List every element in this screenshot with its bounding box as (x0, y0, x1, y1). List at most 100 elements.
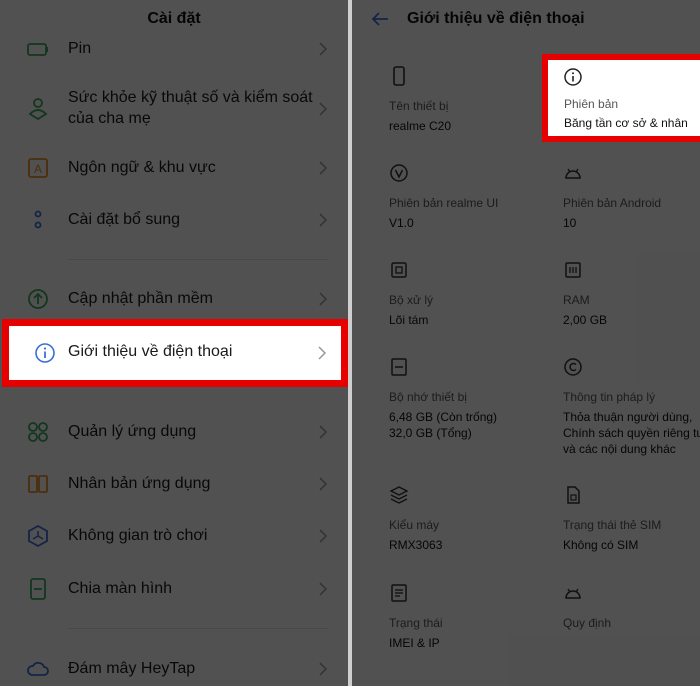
layers-icon (389, 486, 409, 504)
settings-item-about-phone[interactable]: Giới thiệu về điện thoại (9, 326, 341, 380)
settings-item-label: Chia màn hình (68, 580, 173, 597)
chevron-right-icon (319, 292, 328, 306)
cell-value: 2,00 GB (563, 313, 608, 327)
chevron-right-icon (319, 42, 328, 56)
cell-label: Phiên bản Android (563, 196, 662, 210)
cell-label: Phiên bản realme UI (389, 196, 499, 210)
cell-value: V1.0 (389, 216, 414, 230)
settings-item-battery[interactable]: Pin (0, 38, 348, 62)
cell-value: Thỏa thuận người dùng, Chính sách quyền r… (563, 409, 700, 457)
svg-text:A: A (34, 162, 42, 176)
cell-label: Quy định (563, 616, 612, 630)
settings-item-label: Cài đặt bổ sung (68, 211, 181, 228)
cell-value-line: 6,48 GB (Còn trống) (389, 410, 498, 424)
settings-item-label: Không gian trò chơi (68, 527, 208, 544)
cell-label: Trạng thái (389, 616, 443, 630)
settings-item-label: Nhân bản ứng dụng (68, 475, 211, 492)
section-divider (68, 259, 328, 260)
split-screen-icon (30, 578, 46, 600)
settings-item-label: Ngôn ngữ & khu vực (68, 159, 216, 176)
cell-value: Không có SIM (563, 538, 639, 552)
digital-wellbeing-icon (28, 98, 48, 120)
info-cell-android-version[interactable]: Phiên bản Android 10 (563, 163, 700, 233)
settings-item-label: Cập nhật phần mềm (68, 290, 213, 307)
info-cell-processor[interactable]: Bộ xử lý Lõi tám (389, 260, 559, 330)
settings-pane: Cài đặt Pin Sức khỏe kỹ thuật số và kiểm… (0, 0, 348, 686)
settings-item-digital-wellbeing[interactable]: Sức khỏe kỹ thuật số và kiểm soát của ch… (0, 87, 348, 131)
android-icon (565, 588, 581, 599)
about-header: Giới thiệu về điện thoại (352, 0, 700, 40)
section-divider (68, 628, 328, 629)
cloud-icon (27, 661, 49, 676)
battery-icon (27, 43, 48, 56)
chevron-right-icon (319, 529, 328, 543)
settings-item-label: Pin (68, 40, 92, 57)
info-cell-storage[interactable]: Bộ nhớ thiết bị 6,48 GB (Còn trống) 32,0 … (389, 357, 559, 447)
chevron-right-icon (319, 425, 328, 439)
cell-value: RMX3063 (389, 538, 443, 552)
cell-label: Trạng thái thẻ SIM (563, 518, 662, 532)
settings-title: Cài đặt (147, 10, 201, 27)
info-icon (564, 68, 582, 86)
cell-value: Băng tần cơ sở & nhân (564, 116, 688, 130)
chevron-right-icon (319, 477, 328, 491)
info-cell-version[interactable]: Phiên bản Băng tần cơ sở & nhân (548, 60, 700, 136)
chevron-right-icon (319, 102, 328, 116)
cell-label: RAM (563, 293, 590, 307)
app-clone-icon (28, 475, 48, 493)
about-phone-pane: Giới thiệu về điện thoại Tên thiết bị re… (352, 0, 700, 686)
cell-value-line: Thỏa thuận người dùng, (563, 410, 693, 424)
software-update-icon (28, 289, 48, 309)
chevron-right-icon (319, 662, 328, 676)
info-cell-realme-ui[interactable]: Phiên bản realme UI V1.0 (389, 163, 559, 233)
cell-value: 10 (563, 216, 577, 230)
page-title: Giới thiệu về điện thoại (407, 10, 585, 27)
cell-label: Kiểu máy (389, 518, 440, 532)
cell-value-line: 32,0 GB (Tổng) (389, 426, 472, 440)
game-space-icon (28, 524, 48, 548)
settings-item-app-management[interactable]: Quản lý ứng dụng (0, 420, 348, 444)
settings-item-additional[interactable]: Cài đặt bổ sung (0, 208, 348, 232)
additional-settings-icon (34, 210, 42, 229)
settings-item-label: Đám mây HeyTap (68, 660, 196, 677)
settings-item-heytap-cloud[interactable]: Đám mây HeyTap (0, 657, 348, 681)
cell-value: 6,48 GB (Còn trống) 32,0 GB (Tổng) (389, 409, 497, 441)
chevron-right-icon (319, 161, 328, 175)
settings-item-label: Sức khỏe kỹ thuật số và kiểm soát của ch… (68, 89, 313, 127)
storage-icon (391, 358, 407, 376)
info-icon (35, 343, 55, 363)
settings-item-label: Giới thiệu về điện thoại (68, 343, 233, 360)
settings-item-language[interactable]: A Ngôn ngữ & khu vực (0, 156, 348, 180)
cell-value: IMEI & IP (389, 636, 440, 650)
language-icon: A (28, 158, 48, 178)
info-cell-legal[interactable]: Thông tin pháp lý Thỏa thuận người dùng,… (563, 357, 700, 457)
cell-label: Tên thiết bị (389, 99, 449, 113)
phone-icon (393, 66, 405, 86)
back-arrow-icon[interactable] (370, 9, 390, 29)
info-cell-status[interactable]: Trạng thái IMEI & IP (389, 583, 559, 653)
info-cell-device-name[interactable]: Tên thiết bị realme C20 (389, 66, 559, 136)
chevron-right-icon (319, 582, 328, 596)
settings-item-software-update[interactable]: Cập nhật phần mềm (0, 287, 348, 311)
cell-value-line: Chính sách quyền riêng tư (563, 426, 700, 440)
cell-label: Bộ xử lý (389, 293, 434, 307)
info-cell-sim-status[interactable]: Trạng thái thẻ SIM Không có SIM (563, 485, 700, 555)
info-cell-ram[interactable]: RAM 2,00 GB (563, 260, 700, 330)
info-cell-model[interactable]: Kiểu máy RMX3063 (389, 485, 559, 555)
copyright-icon (564, 358, 582, 376)
settings-item-game-space[interactable]: Không gian trò chơi (0, 524, 348, 548)
cell-value: Lõi tám (389, 313, 429, 327)
ram-icon (565, 262, 581, 278)
realme-ui-icon (390, 164, 408, 182)
settings-item-split-screen[interactable]: Chia màn hình (0, 577, 348, 601)
info-cell-regulatory[interactable]: Quy định (563, 583, 700, 633)
settings-item-app-clone[interactable]: Nhân bản ứng dụng (0, 472, 348, 496)
chevron-right-icon (319, 213, 328, 227)
highlight-box: Giới thiệu về điện thoại (2, 319, 348, 387)
cell-value: realme C20 (389, 119, 452, 133)
highlight-box: Phiên bản Băng tần cơ sở & nhân (542, 54, 700, 142)
app-management-icon (28, 422, 48, 442)
cell-label: Phiên bản (564, 97, 619, 111)
status-icon (391, 584, 407, 602)
cell-label: Bộ nhớ thiết bị (389, 390, 467, 404)
